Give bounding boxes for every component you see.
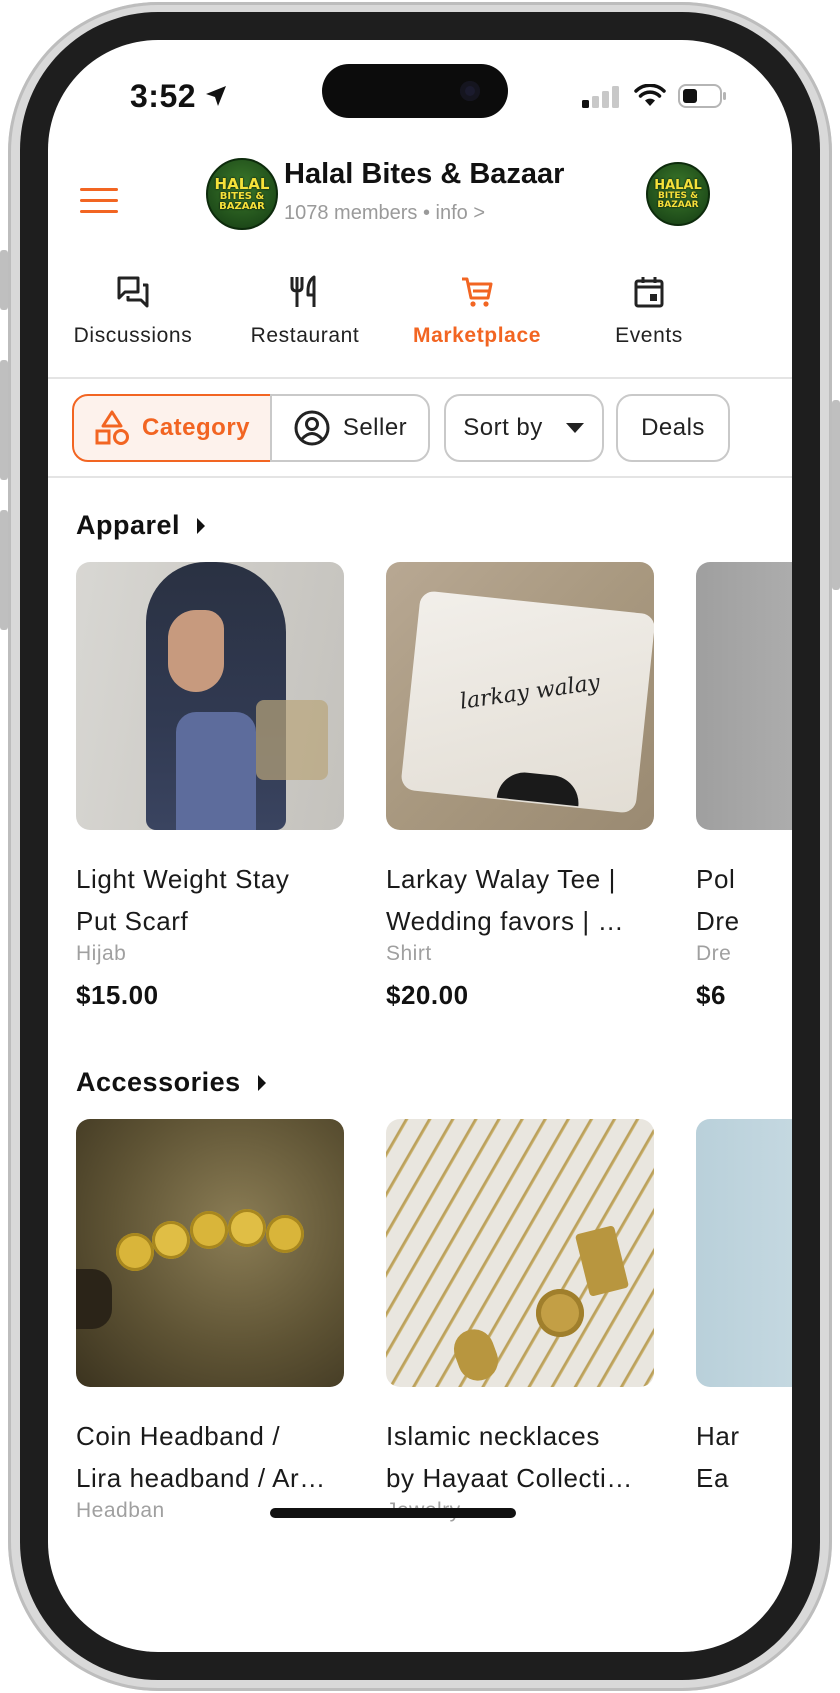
tab-marketplace[interactable]: Marketplace	[392, 272, 562, 348]
section-title: Apparel	[76, 510, 181, 540]
product-title: Har Ea	[696, 1415, 792, 1499]
logo-text-1: HALAL	[214, 174, 270, 193]
caret-right-icon	[197, 517, 206, 534]
title-line: Coin Headband /	[76, 1421, 281, 1451]
tab-label: Discussions	[73, 324, 193, 347]
product-card[interactable]: Har Ea	[696, 1119, 792, 1499]
seller-label: Seller	[342, 414, 408, 441]
product-price: $15.00	[76, 980, 159, 1010]
title-line: Dre	[696, 906, 740, 936]
profile-avatar[interactable]: HALAL BITES & BAZAAR	[646, 162, 710, 226]
hamburger-line	[80, 199, 118, 202]
menu-button[interactable]	[80, 188, 118, 218]
sort-label: Sort by	[463, 414, 543, 441]
product-card[interactable]: Light Weight Stay Put Scarf Hijab $15.00	[76, 562, 344, 1011]
product-category: Dre	[696, 942, 732, 965]
product-image: larkay walay	[386, 562, 654, 830]
battery-icon	[678, 84, 726, 108]
group-logo[interactable]: HALAL BITES & BAZAAR	[206, 158, 278, 230]
product-price: $6	[696, 980, 726, 1010]
title-line: Islamic necklaces	[386, 1421, 600, 1451]
camera-icon	[460, 81, 480, 101]
title-line: Light Weight Stay	[76, 864, 290, 894]
shapes-icon	[95, 410, 129, 445]
product-card[interactable]: larkay walay Larkay Walay Tee | Wedding …	[386, 562, 654, 1011]
deals-label: Deals	[641, 414, 705, 441]
wifi-icon	[634, 84, 666, 106]
title-line: Put Scarf	[76, 906, 189, 936]
tab-restaurant[interactable]: Restaurant	[220, 272, 390, 348]
fork-knife-icon	[290, 275, 316, 307]
power-button	[832, 400, 840, 590]
filters-divider	[48, 476, 792, 478]
tabs-divider	[48, 377, 792, 379]
title-line: Lira headband / Ar…	[76, 1463, 326, 1493]
status-time: 3:52	[130, 78, 197, 114]
tab-label: Restaurant	[250, 324, 360, 347]
home-indicator[interactable]	[270, 1508, 516, 1518]
product-title: Coin Headband / Lira headband / Ar…	[76, 1415, 344, 1499]
tab-label: Marketplace	[413, 324, 541, 347]
tab-discussions[interactable]: Discussions	[48, 272, 218, 348]
volume-up-button	[0, 360, 8, 480]
product-card[interactable]: Coin Headband / Lira headband / Ar… Head…	[76, 1119, 344, 1523]
section-header-accessories[interactable]: Accessories	[76, 1067, 267, 1098]
product-image	[76, 562, 344, 830]
action-button	[0, 250, 8, 310]
logo-text-2: BITES &	[219, 190, 265, 202]
product-price: $20.00	[386, 980, 469, 1010]
product-card[interactable]: Pol Dre Dre $6	[696, 562, 792, 1011]
tab-label: Events	[615, 324, 683, 347]
product-title: Pol Dre	[696, 858, 792, 942]
title-line: Pol	[696, 864, 736, 894]
product-image	[696, 1119, 792, 1387]
caret-down-icon	[565, 423, 584, 433]
dynamic-island	[322, 64, 508, 118]
section-title: Accessories	[76, 1067, 241, 1097]
sort-by-dropdown[interactable]: Sort by	[444, 394, 604, 462]
title-line: Wedding favors | …	[386, 906, 625, 936]
title-line: Larkay Walay Tee |	[386, 864, 616, 894]
deals-filter-chip[interactable]: Deals	[616, 394, 730, 462]
cellular-signal-icon	[582, 86, 619, 108]
cart-icon	[462, 277, 493, 307]
calendar-icon	[634, 277, 664, 308]
avatar-text-3: BAZAAR	[657, 199, 699, 210]
caret-right-icon	[257, 1074, 266, 1091]
category-label: Category	[141, 414, 251, 441]
product-card[interactable]: Islamic necklaces by Hayaat Collecti… Je…	[386, 1119, 654, 1523]
title-line: Ea	[696, 1463, 730, 1493]
hamburger-line	[80, 210, 118, 213]
hamburger-icon	[80, 188, 118, 191]
avatar-text-1: HALAL	[654, 177, 702, 193]
product-image	[386, 1119, 654, 1387]
product-category: Hijab	[76, 942, 127, 965]
product-title: Light Weight Stay Put Scarf	[76, 858, 344, 942]
seller-filter-chip[interactable]: Seller	[270, 394, 430, 462]
section-header-apparel[interactable]: Apparel	[76, 510, 206, 541]
group-title[interactable]: Halal Bites & Bazaar	[284, 158, 564, 191]
tab-events[interactable]: Events	[564, 272, 734, 348]
product-image	[76, 1119, 344, 1387]
product-title: Islamic necklaces by Hayaat Collecti…	[386, 1415, 654, 1499]
title-line: by Hayaat Collecti…	[386, 1463, 633, 1493]
logo-text-3: BAZAAR	[219, 200, 265, 212]
location-arrow-icon	[206, 86, 226, 106]
product-image	[696, 562, 792, 830]
volume-down-button	[0, 510, 8, 630]
category-filter-chip[interactable]: Category	[72, 394, 272, 462]
chat-icon	[117, 276, 149, 308]
app-screen: 3:52 HALAL BITES & BAZAAR Halal Bites & …	[48, 40, 792, 1652]
user-circle-icon	[294, 410, 330, 446]
product-title: Larkay Walay Tee | Wedding favors | …	[386, 858, 654, 942]
product-category: Shirt	[386, 942, 432, 965]
title-line: Har	[696, 1421, 740, 1451]
group-members-info[interactable]: 1078 members • info >	[284, 202, 485, 225]
